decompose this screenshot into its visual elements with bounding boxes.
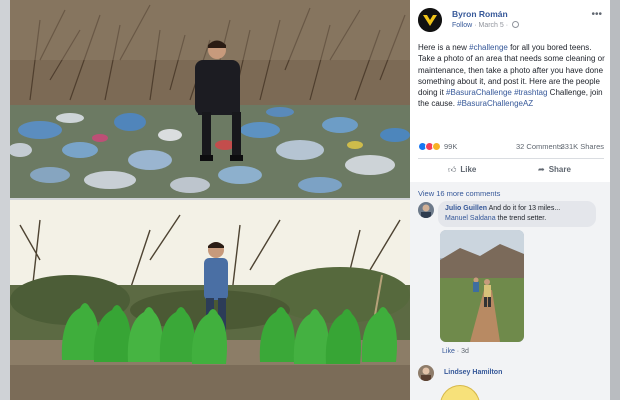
screenshot-stage: Byron Román Follow · March 5 · ••• Here …: [0, 0, 620, 400]
meta-separator-2: ·: [505, 22, 509, 29]
share-label: Share: [548, 165, 571, 174]
globe-icon: [512, 21, 520, 28]
comments-section: View 16 more comments Julio Guillen And …: [410, 182, 610, 400]
comment-meta-dot: ·: [456, 348, 460, 355]
hashtag-basura-az[interactable]: #BasuraChallengeAZ: [457, 99, 533, 108]
before-photo-image: [10, 0, 410, 198]
comment-bubble: Julio Guillen And do it for 13 miles... …: [438, 201, 596, 227]
post-meta: Follow · March 5 ·: [452, 21, 520, 29]
after-photo[interactable]: [10, 200, 410, 400]
page-edge-strip: [610, 0, 620, 400]
meta-separator: ·: [474, 22, 477, 29]
post-text: Here is a new #challenge for all you bor…: [418, 42, 606, 110]
trail-photo-image: [440, 230, 524, 342]
comment-text-2: the trend setter.: [495, 215, 547, 222]
avatar-image: [418, 202, 434, 218]
share-button[interactable]: ➦ Share: [538, 165, 571, 179]
hashtag-challenge[interactable]: #challenge: [469, 43, 508, 52]
post-date[interactable]: March 5: [478, 22, 503, 29]
hashtag-trashtag[interactable]: #trashtag: [514, 88, 547, 97]
thumbs-up-icon: 👍︎: [448, 165, 457, 174]
author-name[interactable]: Byron Román: [452, 9, 508, 19]
comment-photo[interactable]: [440, 230, 524, 342]
author-avatar[interactable]: [418, 8, 442, 32]
reaction-count[interactable]: 99K: [444, 142, 457, 151]
ellipsis-icon[interactable]: •••: [591, 9, 602, 20]
facebook-post: Byron Román Follow · March 5 · ••• Here …: [410, 0, 610, 400]
commenter-avatar[interactable]: [418, 202, 434, 218]
after-photo-image: [10, 200, 410, 400]
author-logo-icon: [418, 8, 442, 32]
before-photo[interactable]: [10, 0, 410, 198]
share-arrow-icon: ➦: [538, 165, 545, 174]
comment-like-link[interactable]: Like: [442, 348, 455, 355]
commenter-avatar-2[interactable]: [418, 365, 434, 381]
wow-reaction-icon[interactable]: [432, 142, 441, 151]
post-text-1: Here is a new: [418, 43, 470, 52]
hashtag-basura[interactable]: #BasuraChallenge: [446, 88, 512, 97]
shares-count[interactable]: 331K Shares: [561, 142, 604, 151]
comment-time[interactable]: 3d: [461, 348, 469, 355]
reactions-row: 99K 32 Comments 331K Shares: [418, 140, 604, 154]
comments-count[interactable]: 32 Comments: [516, 142, 563, 151]
comment-meta: Like · 3d: [442, 348, 469, 355]
post-header: Byron Román Follow · March 5 · •••: [418, 6, 604, 34]
divider: [418, 158, 604, 159]
avatar-image-2: [418, 365, 434, 381]
view-more-comments-link[interactable]: View 16 more comments: [418, 189, 500, 198]
tagged-user[interactable]: Manuel Saldana: [445, 215, 496, 222]
like-button[interactable]: 👍︎ Like: [448, 165, 476, 179]
like-label: Like: [460, 165, 477, 174]
comment-author-2[interactable]: Lindsey Hamilton: [444, 369, 502, 376]
emoji-sticker: [440, 385, 480, 400]
comment-author[interactable]: Julio Guillen: [445, 205, 487, 212]
follow-link[interactable]: Follow: [452, 22, 472, 29]
comment-text: And do it for 13 miles...: [487, 205, 561, 212]
